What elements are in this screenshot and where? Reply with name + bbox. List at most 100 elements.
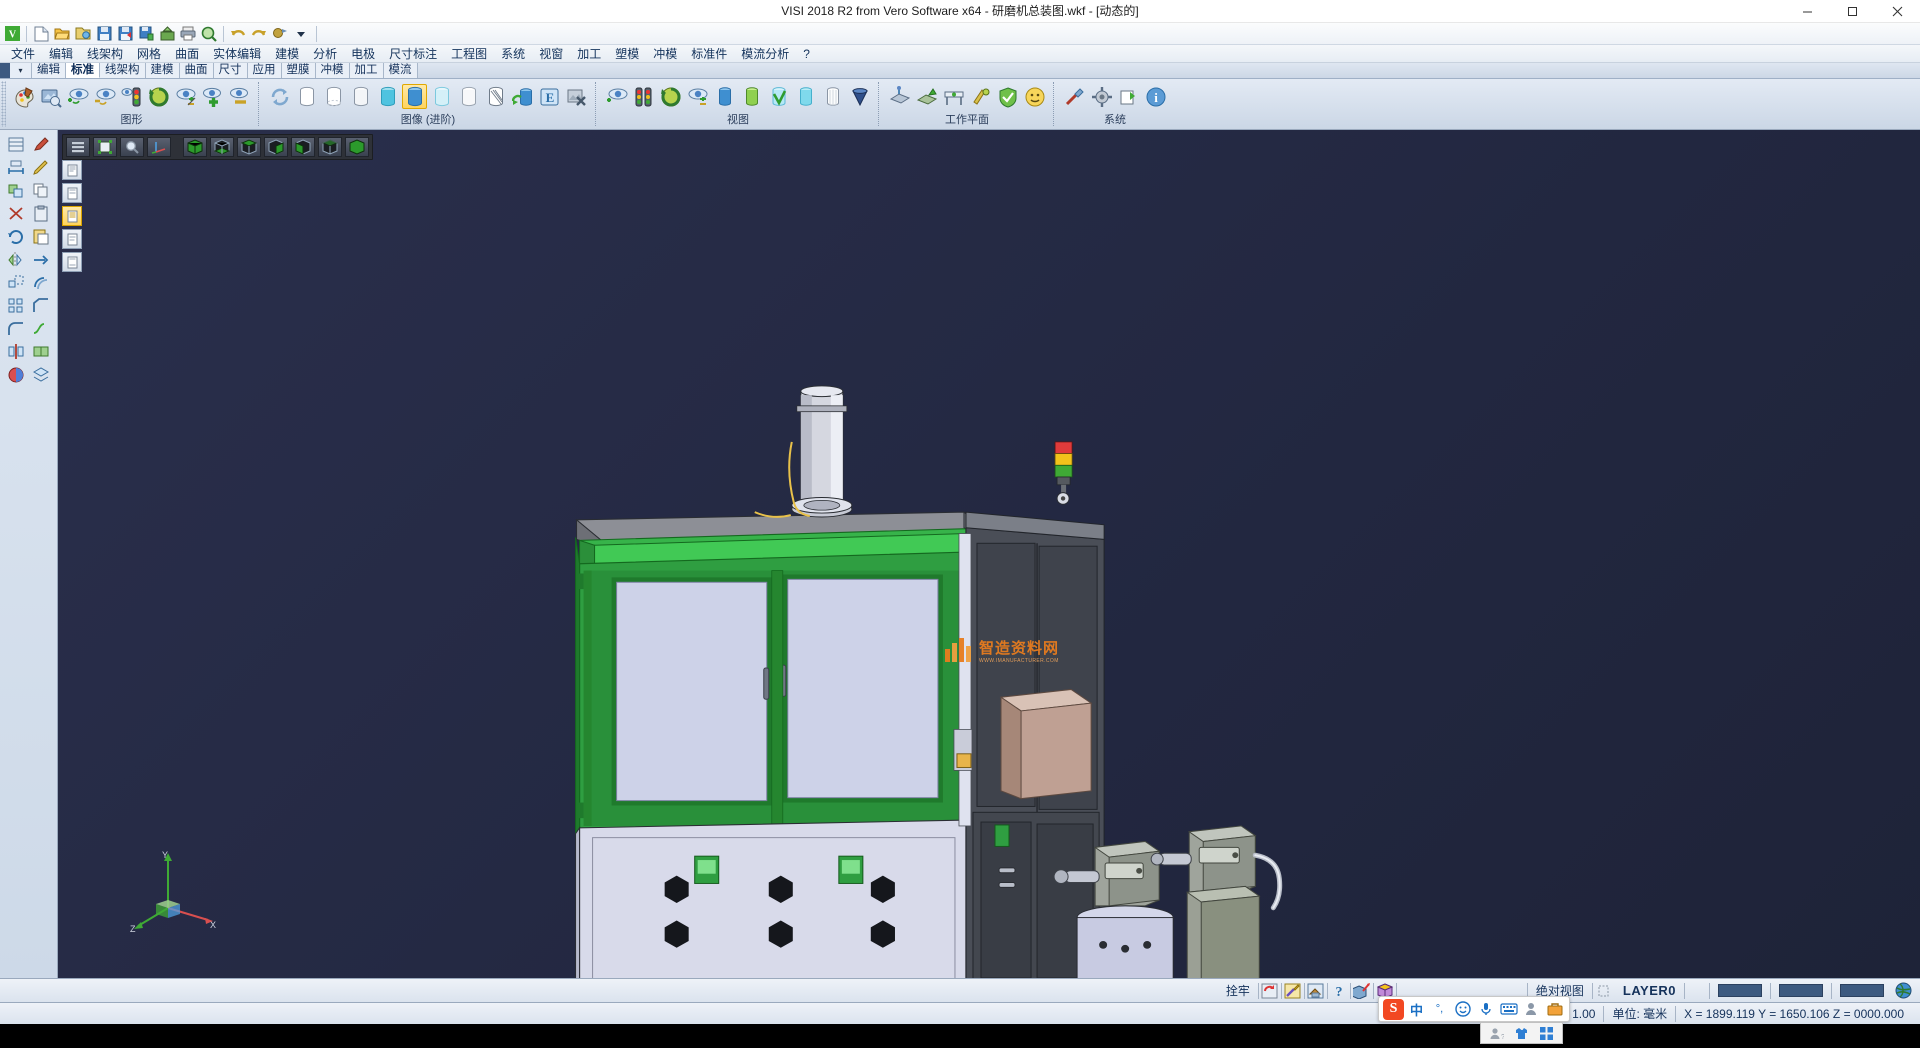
menu-item-analysis[interactable]: 分析 xyxy=(306,45,344,63)
render-view-icon[interactable] xyxy=(38,84,63,109)
doc-active-icon[interactable] xyxy=(62,206,82,226)
menu-item-file[interactable]: 文件 xyxy=(4,45,42,63)
toggle-visibility-icon[interactable] xyxy=(173,84,198,109)
clipboard-icon[interactable] xyxy=(30,203,52,223)
pen-icon[interactable] xyxy=(30,134,52,154)
fillet-icon[interactable] xyxy=(5,318,27,338)
show-entity-icon[interactable] xyxy=(65,84,90,109)
join-icon[interactable] xyxy=(30,341,52,361)
menu-item-edit[interactable]: 编辑 xyxy=(42,45,80,63)
hide-all-icon[interactable] xyxy=(227,84,252,109)
minimize-button[interactable] xyxy=(1785,0,1830,23)
array-icon[interactable] xyxy=(5,295,27,315)
rotate-icon[interactable] xyxy=(5,226,27,246)
menu-item-drawing[interactable]: 工程图 xyxy=(444,45,494,63)
copy-icon[interactable] xyxy=(30,180,52,200)
tab-press-die[interactable]: 冲模 xyxy=(316,63,350,78)
open-file-icon[interactable] xyxy=(52,24,72,44)
tab-edit[interactable]: 编辑 xyxy=(32,63,66,78)
ribbon-drag-handle[interactable] xyxy=(1,81,6,127)
user-icon[interactable] xyxy=(1521,999,1542,1020)
workplane-pick-icon[interactable] xyxy=(968,84,993,109)
tab-dimension[interactable]: 尺寸 xyxy=(214,63,248,78)
shirt-blue-icon[interactable] xyxy=(1511,1023,1532,1044)
doc2-icon[interactable] xyxy=(62,183,82,203)
globe-icon[interactable] xyxy=(1892,981,1914,1001)
pencil-icon[interactable] xyxy=(30,157,52,177)
wireframe-cylinder-icon[interactable] xyxy=(294,84,319,109)
workplane-icon[interactable] xyxy=(887,84,912,109)
system-info-icon[interactable]: i xyxy=(1143,84,1168,109)
menu-item-machining[interactable]: 加工 xyxy=(570,45,608,63)
magic-wand-icon[interactable] xyxy=(1282,981,1304,1001)
doc-icon[interactable] xyxy=(62,160,82,180)
menu-item-help[interactable]: ? xyxy=(796,45,817,63)
shaded-edges-cylinder-icon[interactable] xyxy=(348,84,373,109)
refresh-red-icon[interactable] xyxy=(1259,981,1281,1001)
menu-item-dimension[interactable]: 尺寸标注 xyxy=(382,45,444,63)
scale-icon[interactable] xyxy=(5,272,27,292)
preview-icon[interactable] xyxy=(199,24,219,44)
regenerate-icon[interactable] xyxy=(267,84,292,109)
menu-item-electrode[interactable]: 电极 xyxy=(344,45,382,63)
layer-icon[interactable] xyxy=(30,364,52,384)
refresh-view-icon[interactable] xyxy=(146,84,171,109)
offset-icon[interactable] xyxy=(30,272,52,292)
check-cylinder-icon[interactable] xyxy=(766,84,791,109)
split-icon[interactable] xyxy=(5,341,27,361)
new-file-icon[interactable] xyxy=(31,24,51,44)
menu-item-press[interactable]: 冲模 xyxy=(646,45,684,63)
save-all-icon[interactable] xyxy=(136,24,156,44)
dynamic-shade-icon[interactable]: E xyxy=(537,84,562,109)
menu-item-mesh[interactable]: 网格 xyxy=(130,45,168,63)
redo-icon[interactable] xyxy=(249,24,269,44)
list-view-icon[interactable] xyxy=(66,137,90,157)
entity-pick-icon[interactable] xyxy=(1351,981,1373,1001)
layer-label[interactable]: LAYER0 xyxy=(1615,979,1684,1002)
workplane-face-icon[interactable] xyxy=(1022,84,1047,109)
front-view-icon[interactable] xyxy=(210,137,234,157)
hidden-line-cylinder-icon[interactable] xyxy=(321,84,346,109)
traffic-light-view-icon[interactable] xyxy=(631,84,656,109)
trim-icon[interactable] xyxy=(5,203,27,223)
measure-icon[interactable] xyxy=(5,157,27,177)
tab-application[interactable]: 应用 xyxy=(248,63,282,78)
tab-wireframe[interactable]: 线架构 xyxy=(100,63,146,78)
maximize-button[interactable] xyxy=(1830,0,1875,23)
solid-cone-icon[interactable] xyxy=(847,84,872,109)
render-settings-icon[interactable] xyxy=(564,84,589,109)
ime-mode-label[interactable]: 中 xyxy=(1406,999,1427,1020)
shade-refresh-icon[interactable] xyxy=(510,84,535,109)
export-icon[interactable] xyxy=(157,24,177,44)
tab-plastic-mould[interactable]: 塑膜 xyxy=(282,63,316,78)
back-view-icon[interactable] xyxy=(318,137,342,157)
show-all-icon[interactable] xyxy=(200,84,225,109)
extend-icon[interactable] xyxy=(30,249,52,269)
doc4-icon[interactable] xyxy=(62,252,82,272)
layer-color-swatch-2[interactable] xyxy=(1771,979,1831,1002)
fit-to-screen-icon[interactable] xyxy=(93,137,117,157)
layer-color-swatch-3[interactable] xyxy=(1832,979,1892,1002)
menu-item-mould[interactable]: 塑模 xyxy=(608,45,646,63)
app-logo-icon[interactable]: V xyxy=(2,24,22,44)
layer-color-swatch-1[interactable] xyxy=(1710,979,1770,1002)
menu-item-flow-analysis[interactable]: 模流分析 xyxy=(734,45,796,63)
hide-entity-icon[interactable] xyxy=(92,84,117,109)
mirror-icon[interactable] xyxy=(5,249,27,269)
workplane-table-icon[interactable] xyxy=(941,84,966,109)
left-view-icon[interactable] xyxy=(291,137,315,157)
tab-standard[interactable]: 标准 xyxy=(66,63,100,78)
chamfer-icon[interactable] xyxy=(30,295,52,315)
traffic-light-icon[interactable] xyxy=(119,84,144,109)
doc3-icon[interactable] xyxy=(62,229,82,249)
shaded-blue-cylinder-icon[interactable] xyxy=(402,84,427,109)
transform-icon[interactable] xyxy=(5,180,27,200)
undo-icon[interactable] xyxy=(228,24,248,44)
toolbox-icon[interactable] xyxy=(1544,999,1565,1020)
open-recent-icon[interactable] xyxy=(73,24,93,44)
select-icon[interactable] xyxy=(5,134,27,154)
menu-item-wireframe[interactable]: 线架构 xyxy=(80,45,130,63)
cyan-cylinder-icon[interactable] xyxy=(793,84,818,109)
section-cylinder-icon[interactable] xyxy=(483,84,508,109)
microphone-icon[interactable] xyxy=(1475,999,1496,1020)
